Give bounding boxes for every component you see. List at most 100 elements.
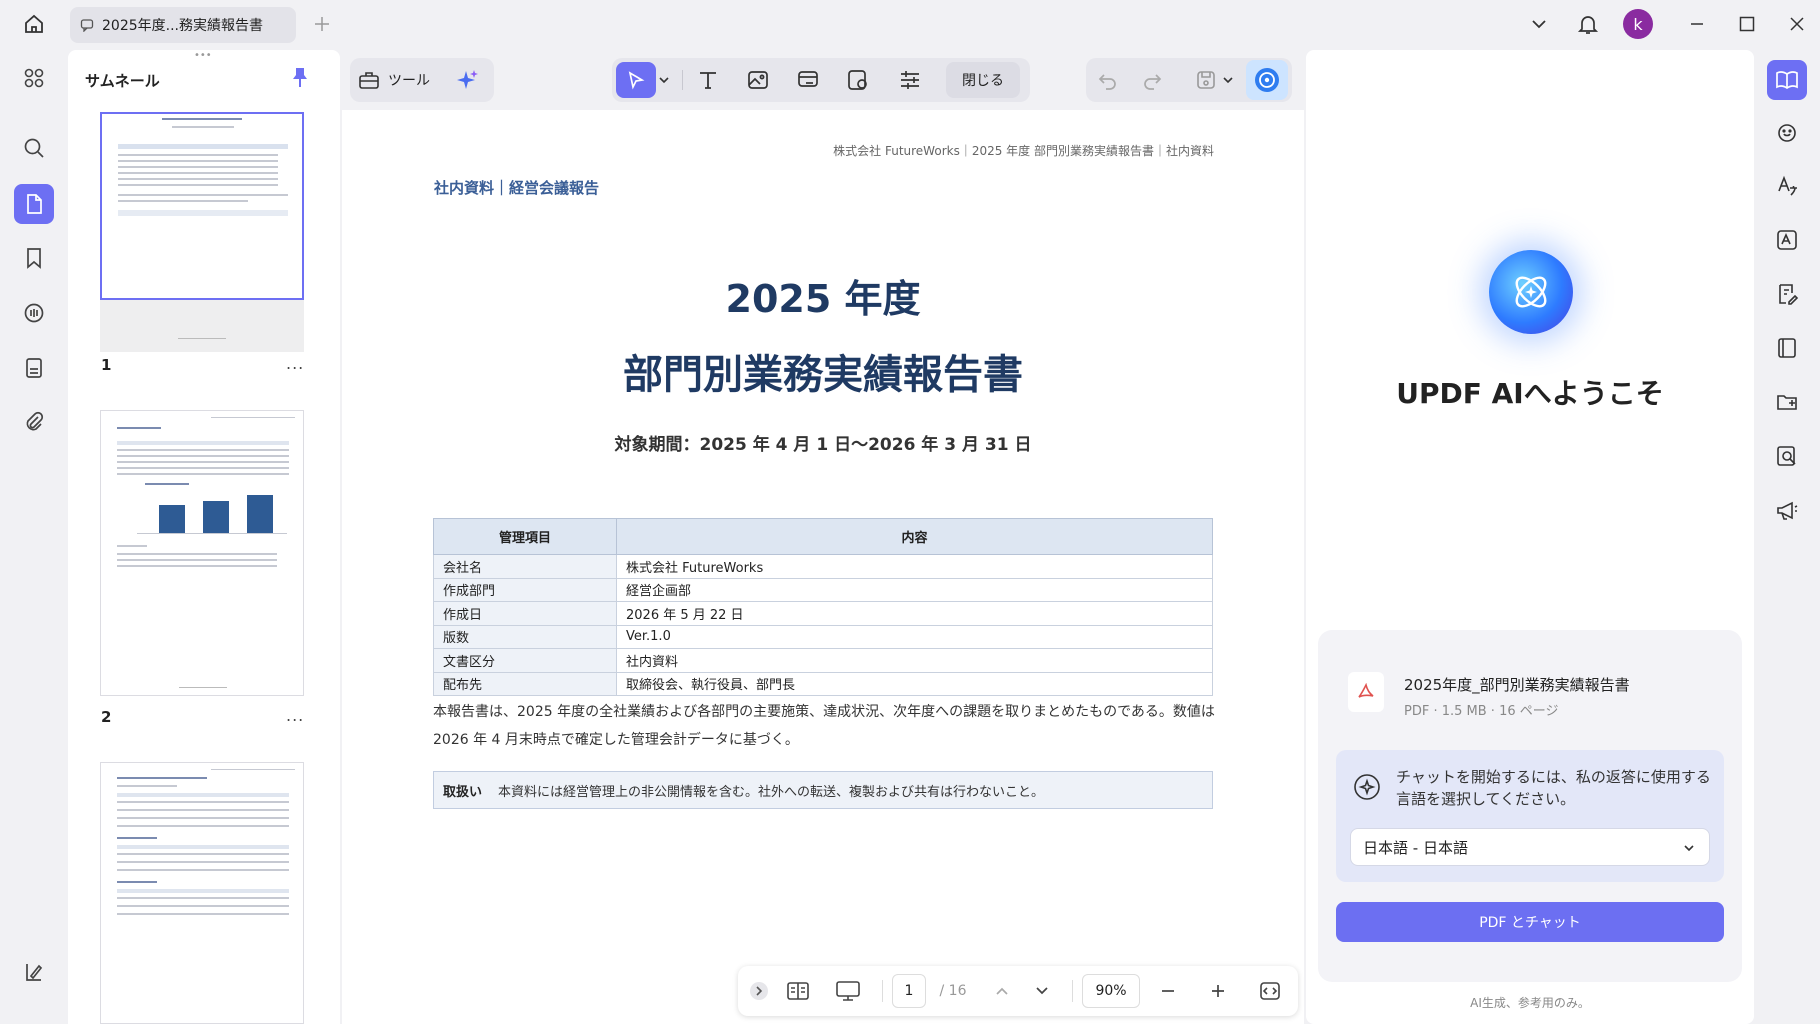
document-title: 部門別業務実績報告書 xyxy=(623,352,1023,398)
table-cell: Ver.1.0 xyxy=(616,624,1213,649)
new-tab-icon[interactable] xyxy=(306,8,338,40)
language-select-box: チャットを開始するには、私の返答に使用する言語を選択してください。 日本語 - … xyxy=(1336,750,1724,882)
bookmark-icon[interactable] xyxy=(14,238,54,278)
document-kicker: 社内資料｜経営会議報告 xyxy=(434,179,600,197)
panel-title: サムネール xyxy=(85,72,160,90)
table-cell: 取締役会、執行役員、部門長 xyxy=(616,671,1213,696)
table-cell: 2026 年 5 月 22 日 xyxy=(616,601,1213,626)
grid-icon[interactable] xyxy=(14,58,54,98)
pdf-file-icon xyxy=(1348,672,1384,712)
document-info-table: 管理項目 内容 会社名 株式会社 FutureWorks 作成部門 経営企画部 作成… xyxy=(433,518,1213,696)
pin-icon[interactable] xyxy=(290,66,310,88)
table-cell: 経営企画部 xyxy=(616,577,1213,602)
thumbnail-page-icon[interactable] xyxy=(14,184,54,224)
ai-chat-icon xyxy=(1352,772,1382,802)
page-thumbnail-1[interactable] xyxy=(100,112,304,352)
table-header: 管理項目 xyxy=(433,518,617,555)
page-total: / 16 xyxy=(939,983,967,999)
close-icon[interactable] xyxy=(1781,8,1813,40)
ai-sparkle-icon[interactable] xyxy=(448,58,488,102)
undo-icon[interactable] xyxy=(1088,58,1128,102)
drag-handle-icon[interactable]: ••• xyxy=(194,51,214,61)
megaphone-icon[interactable] xyxy=(1767,490,1807,530)
page-thumbnail-2[interactable] xyxy=(100,410,304,696)
table-cell: 会社名 xyxy=(433,554,617,579)
chevron-down-icon[interactable] xyxy=(1216,58,1240,102)
layers-icon[interactable] xyxy=(14,348,54,388)
folder-icon[interactable] xyxy=(1767,382,1807,422)
settings-sliders-icon[interactable] xyxy=(890,58,930,102)
toolbox-icon xyxy=(358,69,380,91)
language-dropdown[interactable]: 日本語 - 日本語 xyxy=(1350,828,1710,866)
notice-label: 取扱い xyxy=(443,784,483,800)
table-row: 会社名 株式会社 FutureWorks xyxy=(433,554,1213,579)
table-row: 作成日 2026 年 5 月 22 日 xyxy=(433,601,1213,626)
comment-list-icon[interactable] xyxy=(14,293,54,333)
file-meta: PDF · 1.5 MB · 16 ページ xyxy=(1404,704,1559,719)
bell-icon[interactable] xyxy=(1572,8,1604,40)
select-cursor-icon[interactable] xyxy=(616,62,656,98)
table-cell: 配布先 xyxy=(433,671,617,696)
ai-welcome-title: UPDF AIへようこそ xyxy=(1396,377,1664,410)
ai-start-card: 2025年度_部門別業務実績報告書 PDF · 1.5 MB · 16 ページ … xyxy=(1318,630,1742,982)
edit-form-icon[interactable] xyxy=(1767,274,1807,314)
chevron-down-icon[interactable] xyxy=(652,58,676,102)
page-thumbnail-3[interactable] xyxy=(100,762,304,1024)
translate-icon[interactable] xyxy=(1767,166,1807,206)
collapse-toggle-icon[interactable] xyxy=(746,971,772,1011)
more-options-icon[interactable]: ... xyxy=(286,354,304,373)
search-document-icon[interactable] xyxy=(1767,436,1807,476)
table-row: 文書区分 社内資料 xyxy=(433,648,1213,673)
tools-button[interactable]: ツール xyxy=(358,58,430,102)
ai-assistant-panel: UPDF AIへようこそ 2025年度_部門別業務実績報告書 PDF · 1.5… xyxy=(1306,50,1754,1024)
search-icon[interactable] xyxy=(14,128,54,168)
minimize-icon[interactable] xyxy=(1681,8,1713,40)
close-edit-button[interactable]: 閉じる xyxy=(946,62,1020,98)
zoom-level[interactable]: 90% xyxy=(1082,974,1140,1008)
fit-page-icon[interactable] xyxy=(1252,971,1288,1011)
tool-group: ツール xyxy=(350,58,494,102)
home-icon[interactable] xyxy=(18,8,50,40)
chevron-up-icon[interactable] xyxy=(984,971,1020,1011)
maximize-icon[interactable] xyxy=(1731,8,1763,40)
table-row: 作成部門 経営企画部 xyxy=(433,577,1213,602)
presentation-icon[interactable] xyxy=(828,971,868,1011)
edit-tool-group: 閉じる xyxy=(612,58,1030,102)
zoom-out-icon[interactable] xyxy=(1150,971,1186,1011)
text-tool-icon[interactable] xyxy=(688,58,728,102)
more-options-icon[interactable]: ... xyxy=(286,706,304,725)
pdf-page: 株式会社 FutureWorks｜2025 年度 部門別業務実績報告書｜社内資料… xyxy=(342,110,1304,1024)
chat-with-pdf-button[interactable]: PDF とチャット xyxy=(1336,902,1724,942)
ai-book-icon[interactable] xyxy=(1767,60,1807,100)
table-row: 配布先 取締役会、執行役員、部門長 xyxy=(433,671,1213,696)
attachment-icon[interactable] xyxy=(14,402,54,442)
reading-mode-icon[interactable] xyxy=(14,952,54,992)
chevron-down-icon[interactable] xyxy=(1024,971,1060,1011)
link-tool-icon[interactable] xyxy=(788,58,828,102)
page-number: 2 xyxy=(101,708,112,726)
redo-icon[interactable] xyxy=(1132,58,1172,102)
document-tab[interactable]: 2025年度...務実績報告書 xyxy=(70,7,296,43)
stamp-tool-icon[interactable] xyxy=(838,58,878,102)
ai-chat-bot-icon[interactable] xyxy=(1767,112,1807,152)
comment-icon xyxy=(80,18,94,32)
chevron-down-icon xyxy=(1683,842,1695,854)
two-page-view-icon[interactable] xyxy=(778,971,818,1011)
ai-assistant-icon[interactable] xyxy=(1246,60,1288,100)
book-icon[interactable] xyxy=(1767,328,1807,368)
table-cell: 作成部門 xyxy=(433,577,617,602)
left-rail xyxy=(0,48,66,1024)
report-period: 対象期間：2025 年 4 月 1 日～2026 年 3 月 31 日 xyxy=(614,435,1032,455)
page-number: 1 xyxy=(101,356,112,374)
ai-logo-icon xyxy=(1489,250,1573,334)
ocr-icon[interactable] xyxy=(1767,220,1807,260)
zoom-in-icon[interactable] xyxy=(1200,971,1236,1011)
file-name: 2025年度_部門別業務実績報告書 xyxy=(1404,676,1630,694)
page-number-input[interactable]: 1 xyxy=(892,974,926,1008)
chevron-down-icon[interactable] xyxy=(1523,8,1555,40)
thumbnail-panel: ••• サムネール 1 ... 2 ... xyxy=(68,50,340,1024)
table-cell: 版数 xyxy=(433,624,617,649)
avatar[interactable]: k xyxy=(1623,9,1653,39)
language-prompt: チャットを開始するには、私の返答に使用する言語を選択してください。 xyxy=(1396,768,1711,808)
image-tool-icon[interactable] xyxy=(738,58,778,102)
